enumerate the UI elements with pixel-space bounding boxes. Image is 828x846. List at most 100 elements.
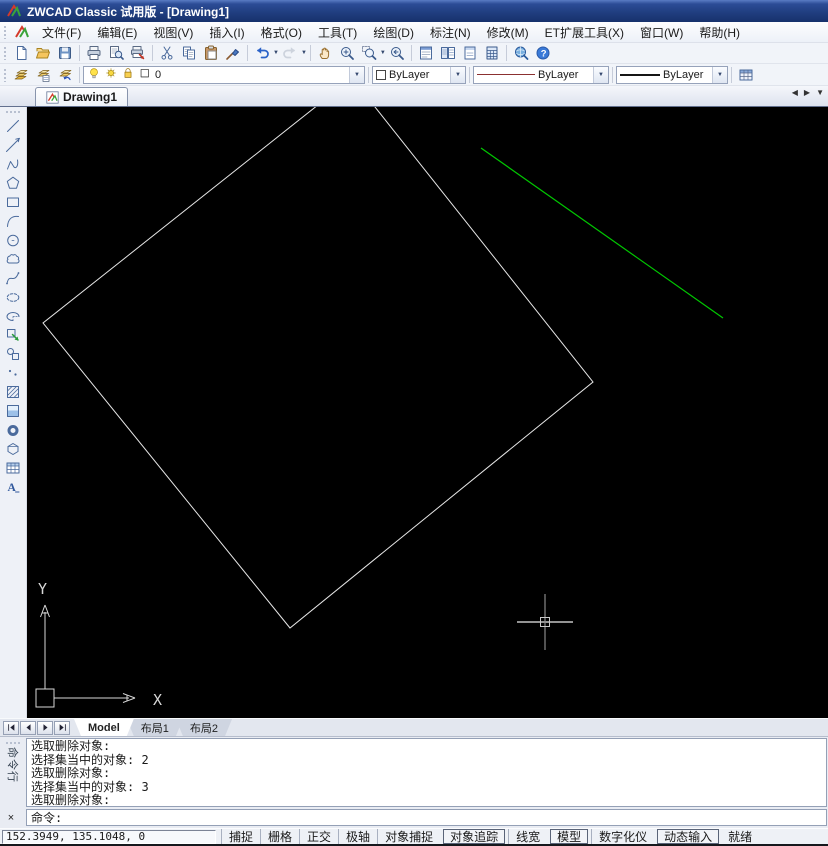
print-preview-button[interactable] [105, 43, 127, 63]
menu-help[interactable]: 帮助(H) [691, 22, 748, 43]
layer-properties-button[interactable] [10, 65, 32, 85]
command-panel-grip[interactable] [5, 741, 21, 745]
lock-icon[interactable] [121, 66, 135, 83]
bulb-icon[interactable] [87, 66, 101, 83]
layer-combo[interactable]: 0▼ [83, 66, 365, 84]
status-toggle-osnap[interactable]: 对象捕捉 [377, 829, 440, 844]
draw-ellipse-button[interactable] [2, 287, 24, 306]
draw-mtext-button[interactable]: A [2, 477, 24, 496]
tool-palettes-button[interactable] [459, 43, 481, 63]
save-button[interactable] [54, 43, 76, 63]
layout-nav-last-button[interactable] [54, 721, 70, 735]
menubar-grip[interactable] [3, 25, 7, 39]
layout-tab-layout1[interactable]: 布局1 [127, 719, 183, 736]
draw-construction-line-button[interactable] [2, 135, 24, 154]
menu-dimension[interactable]: 标注(N) [422, 22, 479, 43]
status-toggle-model[interactable]: 模型 [550, 829, 588, 844]
new-button[interactable] [10, 43, 32, 63]
draw-point-button[interactable] [2, 363, 24, 382]
palette-grip[interactable] [5, 110, 21, 114]
status-toggle-otrack[interactable]: 对象追踪 [443, 829, 505, 844]
print-button[interactable] [83, 43, 105, 63]
menu-draw[interactable]: 绘图(D) [365, 22, 422, 43]
properties-toolbar-grip[interactable] [3, 68, 7, 82]
menu-express[interactable]: ET扩展工具(X) [537, 22, 632, 43]
linetype-combo-dropdown-icon[interactable]: ▼ [593, 67, 608, 83]
layer-previous-button[interactable] [54, 65, 76, 85]
linetype-combo[interactable]: ByLayer▼ [473, 66, 609, 84]
draw-region-button[interactable] [2, 439, 24, 458]
draw-hatch-button[interactable] [2, 382, 24, 401]
menu-file[interactable]: 文件(F) [34, 22, 89, 43]
layout-nav-prev-button[interactable] [20, 721, 36, 735]
redo-flyout-caret-icon[interactable]: ▼ [301, 50, 307, 56]
zoom-realtime-button[interactable] [336, 43, 358, 63]
undo-button[interactable] [251, 43, 273, 63]
status-toggle-grid[interactable]: 栅格 [260, 829, 299, 844]
draw-polygon-button[interactable] [2, 173, 24, 192]
freeze-icon[interactable] [104, 66, 118, 83]
draw-arc-button[interactable] [2, 211, 24, 230]
tab-scroll-right-button[interactable]: ▶ [804, 89, 810, 97]
status-toggle-dyn-input[interactable]: 动态输入 [657, 829, 719, 844]
draw-insert-block-button[interactable] [2, 325, 24, 344]
layout-tab-model[interactable]: Model [74, 719, 134, 736]
zoom-previous-button[interactable] [386, 43, 408, 63]
lineweight-combo[interactable]: ByLayer▼ [616, 66, 728, 84]
draw-circle-button[interactable] [2, 230, 24, 249]
layout-nav-next-button[interactable] [37, 721, 53, 735]
open-button[interactable] [32, 43, 54, 63]
draw-rectangle-button[interactable] [2, 192, 24, 211]
status-toggle-polar[interactable]: 极轴 [338, 829, 377, 844]
drawing-tab[interactable]: Drawing1 [35, 87, 128, 106]
draw-spline-button[interactable] [2, 268, 24, 287]
status-toggle-snap[interactable]: 捕捉 [221, 829, 260, 844]
command-panel-close-icon[interactable]: × [5, 813, 17, 825]
status-toggle-ortho[interactable]: 正交 [299, 829, 338, 844]
standard-toolbar: ▼▼▼? [0, 43, 828, 64]
menu-insert[interactable]: 插入(I) [201, 22, 252, 43]
match-properties-button[interactable] [222, 43, 244, 63]
layer-swatch-icon[interactable] [138, 66, 152, 83]
draw-gradient-button[interactable] [2, 401, 24, 420]
menu-edit[interactable]: 编辑(E) [89, 22, 145, 43]
layer-translate-button[interactable] [32, 65, 54, 85]
tab-list-dropdown-button[interactable]: ▼ [816, 89, 824, 97]
quick-calc-button[interactable] [481, 43, 503, 63]
menu-window[interactable]: 窗口(W) [632, 22, 691, 43]
menu-tools[interactable]: 工具(T) [310, 22, 365, 43]
color-combo[interactable]: ByLayer▼ [372, 66, 466, 84]
draw-polyline-button[interactable] [2, 154, 24, 173]
page-setup-button[interactable] [127, 43, 149, 63]
zoom-window-button[interactable] [358, 43, 380, 63]
draw-ellipse-arc-button[interactable] [2, 306, 24, 325]
pan-button[interactable] [314, 43, 336, 63]
find-button[interactable] [510, 43, 532, 63]
properties-button[interactable] [415, 43, 437, 63]
draw-make-block-button[interactable] [2, 344, 24, 363]
menu-format[interactable]: 格式(O) [253, 22, 310, 43]
draw-table-button[interactable] [2, 458, 24, 477]
layout-nav-first-button[interactable] [3, 721, 19, 735]
drawing-canvas[interactable]: YX [27, 107, 828, 718]
tab-scroll-left-button[interactable]: ◀ [792, 89, 798, 97]
draw-donut-button[interactable] [2, 420, 24, 439]
layer-combo-dropdown-icon[interactable]: ▼ [349, 67, 364, 83]
design-center-button[interactable] [437, 43, 459, 63]
command-prompt-input[interactable]: 命令: [26, 809, 827, 826]
standard-toolbar-grip[interactable] [3, 46, 7, 60]
paste-button[interactable] [200, 43, 222, 63]
status-toggle-lineweight[interactable]: 线宽 [508, 829, 547, 844]
help-button[interactable]: ? [532, 43, 554, 63]
layout-tab-layout2[interactable]: 布局2 [176, 719, 232, 736]
color-combo-dropdown-icon[interactable]: ▼ [450, 67, 465, 83]
copy-button[interactable] [178, 43, 200, 63]
draw-line-button[interactable] [2, 116, 24, 135]
lineweight-combo-dropdown-icon[interactable]: ▼ [712, 67, 727, 83]
draw-revision-cloud-button[interactable] [2, 249, 24, 268]
cut-button[interactable] [156, 43, 178, 63]
properties-grid-button[interactable] [735, 65, 757, 85]
menu-modify[interactable]: 修改(M) [479, 22, 537, 43]
menu-view[interactable]: 视图(V) [145, 22, 201, 43]
status-toggle-tablet[interactable]: 数字化仪 [591, 829, 654, 844]
